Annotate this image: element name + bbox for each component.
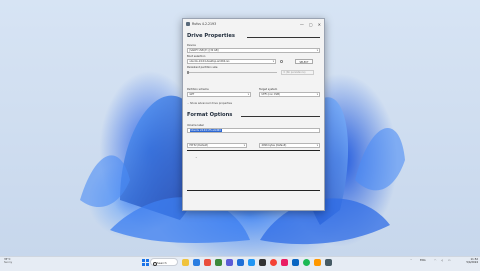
- wifi-icon[interactable]: ◠: [434, 259, 436, 262]
- progress-bar: [187, 190, 320, 191]
- chevron-down-icon: ▾: [316, 144, 318, 147]
- section-divider: [241, 116, 320, 117]
- chrome-icon[interactable]: [270, 259, 277, 266]
- minimize-button[interactable]: —: [300, 22, 304, 27]
- store-icon[interactable]: [248, 259, 255, 266]
- cluster-size-select[interactable]: 4096 bytes (Default) ▾: [259, 143, 320, 148]
- window-title: Rufus 4.2.2193: [192, 22, 217, 26]
- device-value: JSARPY USB (E:) [30 GB]: [189, 49, 219, 52]
- app-icon[interactable]: [226, 259, 233, 266]
- section-divider: [187, 150, 320, 151]
- boot-selection-value: ubuntu-24.04-desktop-amd64.iso: [189, 60, 230, 63]
- boot-selection-select[interactable]: ubuntu-24.04-desktop-amd64.iso ▾: [187, 59, 276, 64]
- taskbar-search[interactable]: Search: [150, 258, 178, 266]
- boot-selection-label: Boot selection: [187, 55, 206, 58]
- start-button[interactable]: [142, 259, 149, 266]
- battery-icon[interactable]: ▭: [448, 259, 450, 262]
- app-icon[interactable]: [292, 259, 299, 266]
- search-icon: [153, 261, 157, 266]
- rufus-window: Rufus 4.2.2193 — ▢ ✕ Drive Properties De…: [182, 18, 325, 211]
- cluster-size-value: 4096 bytes (Default): [261, 144, 287, 147]
- mail-icon[interactable]: [237, 259, 244, 266]
- chevron-down-icon: ▾: [272, 60, 274, 63]
- advanced-drive-toggle[interactable]: ⌄ Show advanced drive properties: [187, 102, 232, 105]
- edge-icon[interactable]: [193, 259, 200, 266]
- tray-chevron-icon[interactable]: ⌃: [410, 259, 412, 262]
- clock[interactable]: 11:52 5/4/2024: [456, 258, 478, 264]
- volume-label-value: Ubuntu 24.04 LTS amd64: [189, 129, 222, 132]
- weather-desc: Sunny: [4, 261, 13, 264]
- persistent-size-value: 0 (No persistence): [283, 71, 306, 74]
- chevron-down-icon: ▾: [316, 93, 318, 96]
- clock-date: 5/4/2024: [466, 261, 478, 264]
- search-placeholder: Search: [157, 261, 167, 265]
- app-icon[interactable]: [215, 259, 222, 266]
- drive-properties-heading: Drive Properties: [187, 33, 235, 39]
- volume-label-label: Volume label: [187, 124, 204, 127]
- select-button-label: SELECT: [299, 61, 309, 64]
- advanced-drive-toggle-label: Show advanced drive properties: [190, 102, 232, 105]
- language-indicator[interactable]: ENG: [420, 259, 426, 262]
- file-system-value: FAT32 (Default): [189, 144, 208, 147]
- target-system-value: UEFI (non CSM): [261, 93, 280, 96]
- target-system-select[interactable]: UEFI (non CSM) ▾: [259, 92, 320, 97]
- chevron-down-icon: ▾: [316, 49, 318, 52]
- spotify-icon[interactable]: [303, 259, 310, 266]
- app-icon[interactable]: [314, 259, 321, 266]
- partition-scheme-label: Partition scheme: [187, 88, 209, 91]
- office-icon[interactable]: [204, 259, 211, 266]
- weather-widget[interactable]: 35°C Sunny: [4, 258, 34, 264]
- app-icon[interactable]: [281, 259, 288, 266]
- terminal-icon[interactable]: [259, 259, 266, 266]
- maximize-button[interactable]: ▢: [309, 22, 313, 27]
- persistent-size-field[interactable]: 0 (No persistence): [281, 70, 314, 75]
- section-divider: [247, 37, 320, 38]
- format-options-heading: Format Options: [187, 112, 233, 118]
- rufus-app-icon: [186, 22, 190, 26]
- expand-format-toggle-icon[interactable]: ⌄: [195, 155, 198, 159]
- volume-label-input[interactable]: Ubuntu 24.04 LTS amd64: [187, 128, 320, 133]
- volume-icon[interactable]: ◁: [441, 259, 443, 262]
- close-button[interactable]: ✕: [318, 22, 321, 27]
- verify-checksum-icon[interactable]: [280, 60, 283, 63]
- title-bar: Rufus 4.2.2193 — ▢ ✕: [183, 19, 324, 29]
- chevron-down-icon: ▾: [243, 144, 245, 147]
- device-label: Device: [187, 44, 196, 47]
- file-explorer-icon[interactable]: [182, 259, 189, 266]
- partition-scheme-select[interactable]: GPT ▾: [187, 92, 251, 97]
- select-button[interactable]: SELECT: [295, 59, 313, 64]
- target-system-label: Target system: [259, 88, 278, 91]
- file-system-select[interactable]: FAT32 (Default) ▾: [187, 143, 247, 148]
- persistent-slider-thumb[interactable]: [187, 70, 189, 75]
- persistent-partition-label: Persistent partition size: [187, 66, 218, 69]
- device-select[interactable]: JSARPY USB (E:) [30 GB] ▾: [187, 48, 320, 53]
- partition-scheme-value: GPT: [189, 93, 195, 96]
- chevron-down-icon: ▾: [247, 93, 249, 96]
- persistent-slider-track[interactable]: [187, 72, 277, 73]
- rufus-taskbar-icon[interactable]: [325, 259, 332, 266]
